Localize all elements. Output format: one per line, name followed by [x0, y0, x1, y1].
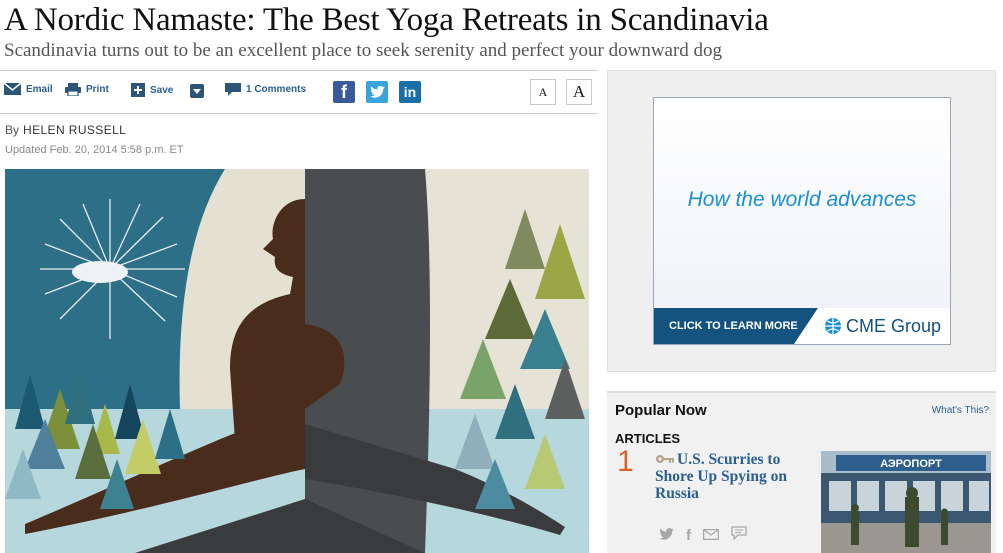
comments-button[interactable]: 1 Comments	[225, 83, 306, 96]
ad-cta-label: CLICK TO LEARN MORE	[669, 320, 798, 332]
byline: By HELEN RUSSELL	[5, 123, 126, 137]
popular-article-photo[interactable]: АЭРОПОРТ	[821, 451, 991, 553]
email-icon	[4, 83, 21, 95]
email-icon[interactable]	[702, 527, 720, 544]
article-subhead: Scandinavia turns out to be an excellent…	[4, 40, 723, 61]
twitter-icon[interactable]	[659, 527, 674, 544]
popular-now-module: Popular Now What's This? ARTICLES 1 U.S.…	[607, 391, 996, 553]
print-label: Print	[86, 84, 109, 95]
popular-now-title: Popular Now	[615, 402, 707, 419]
facebook-icon: f	[341, 81, 347, 102]
plus-icon	[131, 83, 145, 97]
popular-share-tools: f	[659, 526, 759, 544]
whats-this-link[interactable]: What's This?	[932, 405, 989, 416]
email-label: Email	[26, 83, 53, 95]
facebook-icon[interactable]: f	[686, 527, 691, 544]
font-size-large-button[interactable]: A	[566, 79, 592, 105]
twitter-icon	[369, 86, 385, 98]
save-label: Save	[150, 84, 174, 96]
linkedin-share-button[interactable]: in	[399, 81, 421, 103]
articles-section-label: ARTICLES	[615, 431, 680, 446]
email-button[interactable]: Email	[4, 83, 53, 95]
ad-cta-bar[interactable]: CLICK TO LEARN MORE CME Group	[654, 308, 950, 344]
article-illustration	[5, 169, 589, 553]
facebook-share-button[interactable]: f	[333, 81, 355, 103]
author-name[interactable]: HELEN RUSSELL	[23, 123, 126, 137]
ad-tagline: How the world advances	[687, 188, 917, 211]
cme-globe-icon	[825, 318, 841, 334]
popular-headline-link[interactable]: U.S. Scurries to Shore Up Spying on Russ…	[655, 451, 815, 502]
advertisement-panel: How the world advances CLICK TO LEARN MO…	[607, 70, 996, 372]
printer-icon	[65, 83, 81, 96]
photo-sign-text: АЭРОПОРТ	[880, 458, 942, 470]
save-button[interactable]: Save	[131, 83, 173, 97]
cme-group-ad[interactable]: How the world advances CLICK TO LEARN MO…	[653, 97, 951, 345]
cme-brand-name: CME Group	[846, 315, 942, 336]
comments-label: 1 Comments	[246, 84, 307, 95]
article-toolbar: Email Print Save 1 Comments f t in A A	[0, 70, 598, 114]
updated-timestamp: Updated Feb. 20, 2014 5:58 p.m. ET	[5, 144, 184, 156]
linkedin-icon: in	[403, 84, 417, 100]
print-button[interactable]: Print	[65, 83, 109, 96]
popular-rank: 1	[617, 445, 634, 478]
comment-icon[interactable]	[731, 526, 747, 544]
save-dropdown-button[interactable]	[190, 84, 204, 98]
twitter-share-button[interactable]: t	[366, 81, 388, 103]
cme-logo: CME Group	[794, 308, 950, 344]
byline-prefix: By	[5, 123, 20, 137]
article-headline: A Nordic Namaste: The Best Yoga Retreats…	[4, 2, 769, 38]
comment-icon	[225, 83, 241, 96]
font-size-small-button[interactable]: A	[530, 79, 556, 105]
